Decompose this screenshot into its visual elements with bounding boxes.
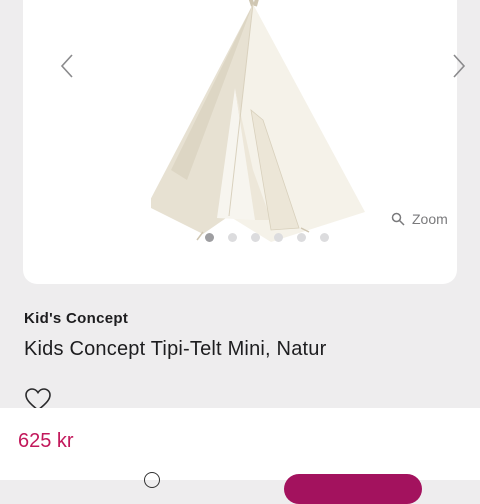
purchase-bar: 625 kr (0, 408, 480, 504)
product-image (151, 0, 365, 242)
add-to-cart-button[interactable] (284, 474, 422, 504)
product-brand[interactable]: Kid's Concept (24, 310, 128, 327)
product-title: Kids Concept Tipi-Telt Mini, Natur (24, 338, 327, 360)
search-icon (391, 212, 405, 226)
product-image-gallery[interactable]: Zoom (23, 0, 466, 284)
chevron-right-icon (453, 54, 466, 78)
zoom-button[interactable]: Zoom (391, 211, 448, 227)
chevron-left-icon (60, 54, 73, 78)
product-price: 625 kr (18, 430, 74, 452)
pagination-dot[interactable] (297, 233, 306, 242)
info-icon[interactable] (144, 472, 160, 488)
previous-image-button[interactable] (55, 50, 79, 82)
next-image-button[interactable] (447, 50, 471, 82)
pagination-dot[interactable] (205, 233, 214, 242)
zoom-label: Zoom (412, 211, 448, 227)
pagination-dot[interactable] (274, 233, 283, 242)
pagination-dot[interactable] (251, 233, 260, 242)
pagination-dot[interactable] (320, 233, 329, 242)
gallery-pagination (205, 233, 329, 242)
pagination-dot[interactable] (228, 233, 237, 242)
